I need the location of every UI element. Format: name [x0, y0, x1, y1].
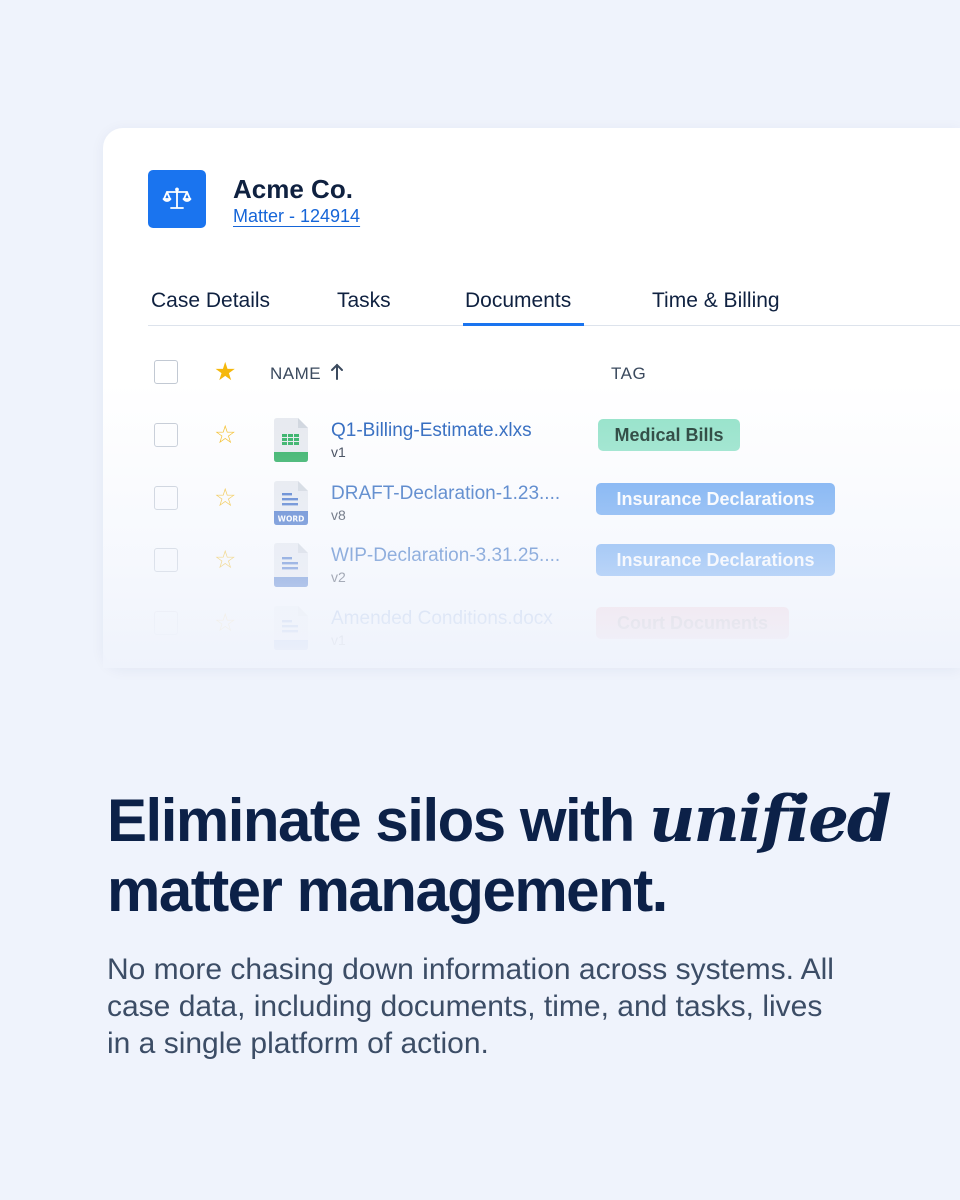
tab-case-details[interactable]: Case Details: [151, 286, 281, 326]
star-outline-icon[interactable]: ☆: [214, 486, 236, 511]
tab-documents[interactable]: Documents: [463, 286, 584, 326]
tag-badge[interactable]: Medical Bills: [598, 419, 740, 451]
document-file-icon: [274, 543, 308, 587]
word-icon-label: WORD: [278, 515, 305, 524]
matter-card: Acme Co. Matter - 124914 Case Details Ta…: [103, 128, 960, 668]
tag-badge[interactable]: Court Documents: [596, 607, 789, 639]
star-outline-icon[interactable]: ☆: [214, 611, 236, 636]
column-header-name[interactable]: NAME: [270, 364, 321, 384]
file-version: v1: [331, 632, 346, 648]
star-filled-icon[interactable]: ★: [214, 360, 236, 385]
star-outline-icon[interactable]: ☆: [214, 423, 236, 448]
table-row[interactable]: ☆ WIP-Declaration-3.31.25.... v2 Insuran…: [103, 543, 960, 593]
scales-of-justice-icon: [148, 170, 206, 228]
file-name[interactable]: WIP-Declaration-3.31.25....: [331, 545, 560, 567]
tag-badge[interactable]: Insurance Declarations: [596, 544, 835, 576]
row-checkbox[interactable]: [154, 423, 178, 447]
tab-time-billing[interactable]: Time & Billing: [652, 286, 792, 326]
arrow-up-icon[interactable]: [330, 363, 344, 386]
matter-number-link[interactable]: Matter - 124914: [233, 206, 360, 227]
file-version: v2: [331, 569, 346, 585]
word-document-icon: WORD: [274, 481, 308, 525]
table-row[interactable]: ☆ WORD DRAFT-Declaration-1.23.... v8 Ins…: [103, 481, 960, 531]
matter-tabs: Case Details Tasks Documents Time & Bill…: [148, 286, 960, 326]
table-row[interactable]: ☆ Q1-Billing-Estimate.xlxs v1 Medical Bi…: [103, 418, 960, 468]
row-checkbox[interactable]: [154, 548, 178, 572]
row-checkbox[interactable]: [154, 611, 178, 635]
body-copy: No more chasing down information across …: [107, 953, 834, 1060]
tag-badge[interactable]: Insurance Declarations: [596, 483, 835, 515]
select-all-checkbox[interactable]: [154, 360, 178, 384]
tab-tasks[interactable]: Tasks: [337, 286, 401, 326]
row-checkbox[interactable]: [154, 486, 178, 510]
column-header-tag[interactable]: TAG: [611, 364, 646, 384]
table-row[interactable]: ☆ Amended Conditions.docx v1 Court Docum…: [103, 606, 960, 656]
headline-end: matter management.: [107, 857, 668, 924]
file-version: v8: [331, 507, 346, 523]
file-name[interactable]: Q1-Billing-Estimate.xlxs: [331, 420, 532, 442]
file-name[interactable]: DRAFT-Declaration-1.23....: [331, 483, 560, 505]
document-file-icon: [274, 606, 308, 650]
file-version: v1: [331, 444, 346, 460]
headline-accent: unified: [648, 782, 892, 857]
headline: Eliminate silos with unified matter mana…: [107, 782, 892, 926]
headline-start: Eliminate silos with: [107, 787, 635, 854]
spreadsheet-file-icon: [274, 418, 308, 462]
client-name: Acme Co.: [233, 174, 353, 204]
star-outline-icon[interactable]: ☆: [214, 548, 236, 573]
file-name[interactable]: Amended Conditions.docx: [331, 608, 553, 630]
